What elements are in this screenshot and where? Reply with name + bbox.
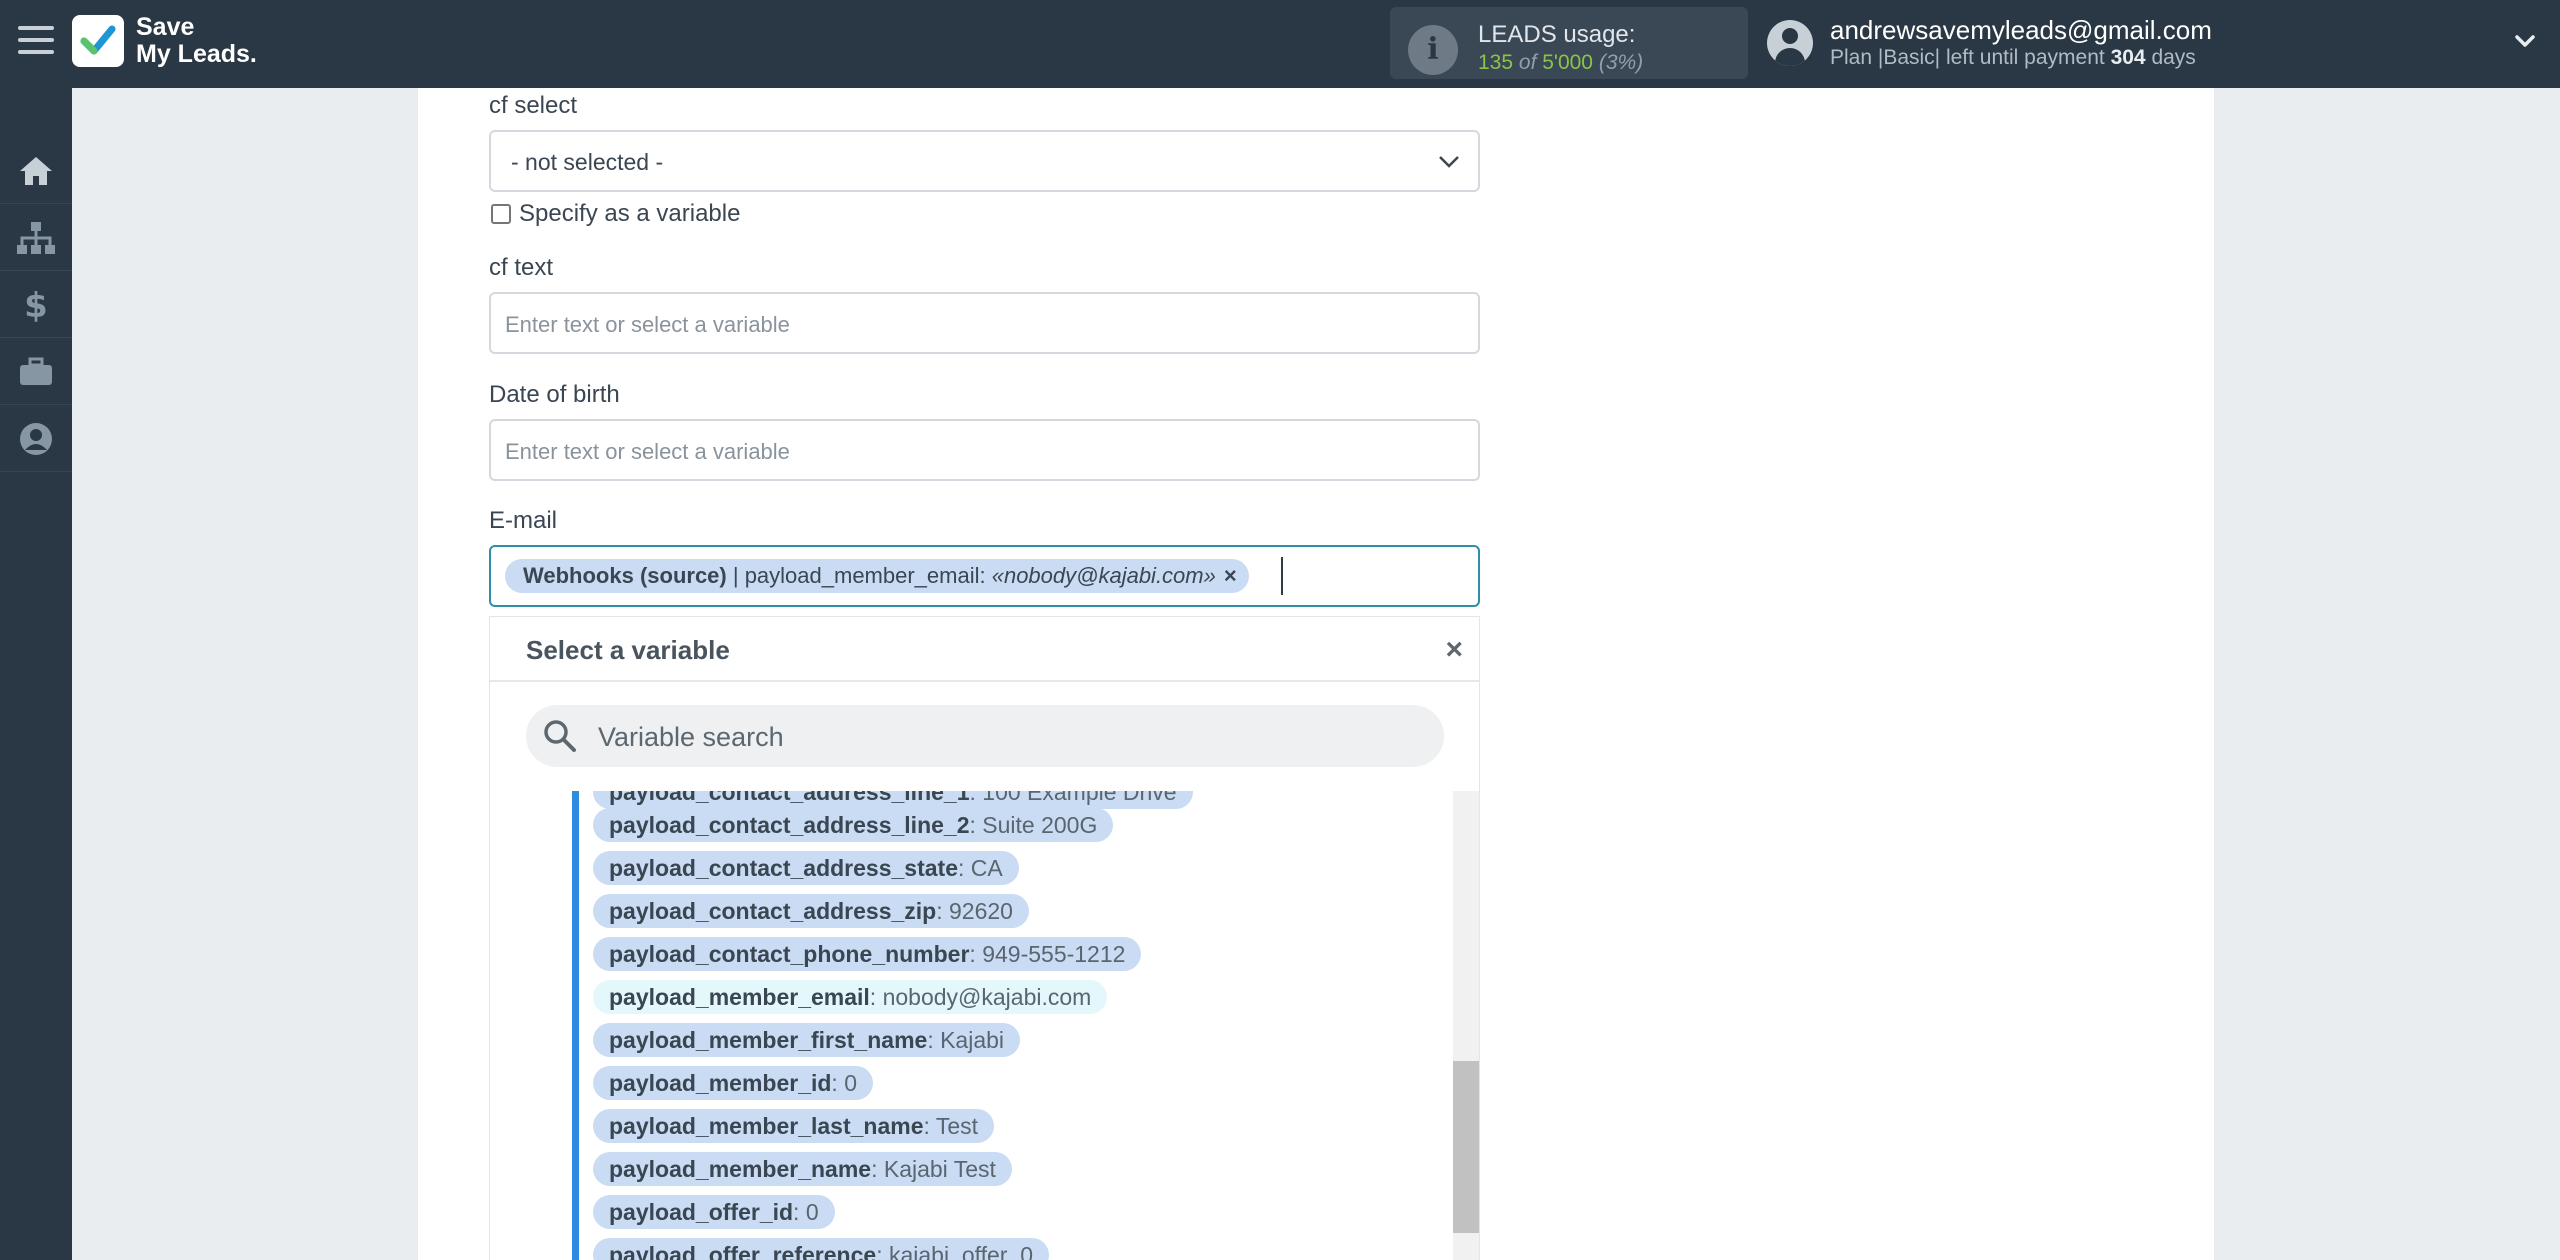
logo-line1: Save xyxy=(136,13,195,41)
top-bar: Save My Leads. i LEADS usage: 135 of 5'0… xyxy=(0,0,2560,88)
usage-title: LEADS usage: xyxy=(1478,21,1636,48)
cf-text-placeholder: Enter text or select a variable xyxy=(505,312,790,337)
cf-text-input[interactable]: Enter text or select a variable xyxy=(489,292,1480,354)
user-email[interactable]: andrewsavemyleads@gmail.com xyxy=(1830,15,2212,46)
dropdown-title: Select a variable xyxy=(526,635,730,665)
list-item[interactable]: payload_offer_reference: kajabi_offer_0 xyxy=(593,1238,1050,1260)
tag-source: Webhooks (source) xyxy=(523,563,727,588)
search-placeholder: Variable search xyxy=(598,722,784,752)
search-icon xyxy=(544,720,576,752)
close-icon[interactable]: × xyxy=(1445,633,1463,667)
list-item[interactable]: payload_contact_address_line_2: Suite 20… xyxy=(593,808,1114,842)
email-label: E-mail xyxy=(489,507,558,534)
briefcase-icon xyxy=(20,357,52,385)
sitemap-icon xyxy=(17,221,55,254)
cf-select-label: cf select xyxy=(489,92,578,119)
list-item[interactable]: payload_offer_id: 0 xyxy=(593,1195,835,1229)
list-item[interactable]: payload_member_id: 0 xyxy=(593,1066,873,1100)
svg-text:$: $ xyxy=(24,287,48,323)
date-of-birth-label: Date of birth xyxy=(489,381,620,408)
date-of-birth-placeholder: Enter text or select a variable xyxy=(505,439,790,464)
cf-select-dropdown[interactable]: - not selected - xyxy=(489,130,1480,192)
plan-days: 304 xyxy=(2110,46,2146,69)
home-icon xyxy=(20,156,52,185)
tag-value: «nobody@kajabi.com» xyxy=(991,563,1216,588)
list-accent-bar xyxy=(572,791,579,1260)
variable-dropdown: Select a variable × Variable search payl… xyxy=(489,616,1480,1260)
sidebar-item-connections[interactable] xyxy=(0,205,72,271)
logo-line2: My Leads. xyxy=(136,40,257,68)
usage-of: of xyxy=(1518,51,1537,74)
email-input[interactable]: Webhooks (source) | payload_member_email… xyxy=(489,545,1480,607)
list-item[interactable]: payload_contact_address_zip: 92620 xyxy=(593,894,1029,928)
menu-icon[interactable] xyxy=(18,26,54,60)
list-item-selected[interactable]: payload_member_email: nobody@kajabi.com xyxy=(593,980,1108,1014)
specify-variable-checkbox[interactable] xyxy=(491,204,511,224)
usage-total: 5'000 xyxy=(1542,51,1593,74)
logo[interactable]: Save My Leads. xyxy=(72,14,257,68)
list-item[interactable]: payload_member_name: Kajabi Test xyxy=(593,1152,1012,1186)
specify-variable-row: Specify as a variable xyxy=(491,200,740,228)
chevron-down-icon xyxy=(1439,156,1459,168)
user-plan: Plan |Basic| left until payment 304 days xyxy=(1830,46,2196,70)
info-icon: i xyxy=(1408,25,1458,75)
list-item[interactable]: payload_contact_address_line_1: 100 Exam… xyxy=(593,791,1193,809)
chevron-down-icon[interactable] xyxy=(2514,30,2536,52)
sidebar-item-billing[interactable]: $ xyxy=(0,272,72,338)
usage-used: 135 xyxy=(1478,51,1514,74)
sidebar-item-tools[interactable] xyxy=(0,339,72,405)
cf-select-value: - not selected - xyxy=(511,149,664,175)
date-of-birth-input[interactable]: Enter text or select a variable xyxy=(489,419,1480,481)
specify-variable-label[interactable]: Specify as a variable xyxy=(519,200,740,228)
list-scrollbar-thumb[interactable] xyxy=(1453,1061,1479,1233)
usage-line: 135 of 5'000 (3%) xyxy=(1478,51,1643,75)
plan-prefix: Plan |Basic| left until payment xyxy=(1830,46,2105,69)
sidebar-item-home[interactable] xyxy=(0,138,72,204)
list-item[interactable]: payload_member_last_name: Test xyxy=(593,1109,995,1143)
sidebar-item-account[interactable] xyxy=(0,406,72,472)
usage-percent: (3%) xyxy=(1598,51,1644,74)
list-item[interactable]: payload_member_first_name: Kajabi xyxy=(593,1023,1021,1057)
dropdown-divider xyxy=(490,680,1479,682)
tag-field: | payload_member_email: xyxy=(726,563,992,588)
variable-list: payload_contact_address_line_1: 100 Exam… xyxy=(490,791,1479,1260)
plan-suffix: days xyxy=(2151,46,2196,69)
dollar-icon: $ xyxy=(24,287,48,323)
logo-check-icon xyxy=(72,15,124,67)
list-item[interactable]: payload_contact_address_state: CA xyxy=(593,851,1019,885)
cf-text-label: cf text xyxy=(489,254,554,281)
logo-text: Save My Leads. xyxy=(136,14,257,68)
list-item[interactable]: payload_contact_phone_number: 949-555-12… xyxy=(593,937,1142,971)
user-circle-icon xyxy=(20,422,52,455)
tag-remove-icon[interactable]: × xyxy=(1224,563,1237,589)
text-caret xyxy=(1281,557,1283,595)
email-variable-tag: Webhooks (source) | payload_member_email… xyxy=(505,559,1249,593)
variable-search-input[interactable]: Variable search xyxy=(526,705,1444,767)
leads-usage-panel: i LEADS usage: 135 of 5'000 (3%) xyxy=(1390,7,1748,79)
user-avatar-icon[interactable] xyxy=(1767,20,1813,66)
sidebar: $ xyxy=(0,88,72,1260)
